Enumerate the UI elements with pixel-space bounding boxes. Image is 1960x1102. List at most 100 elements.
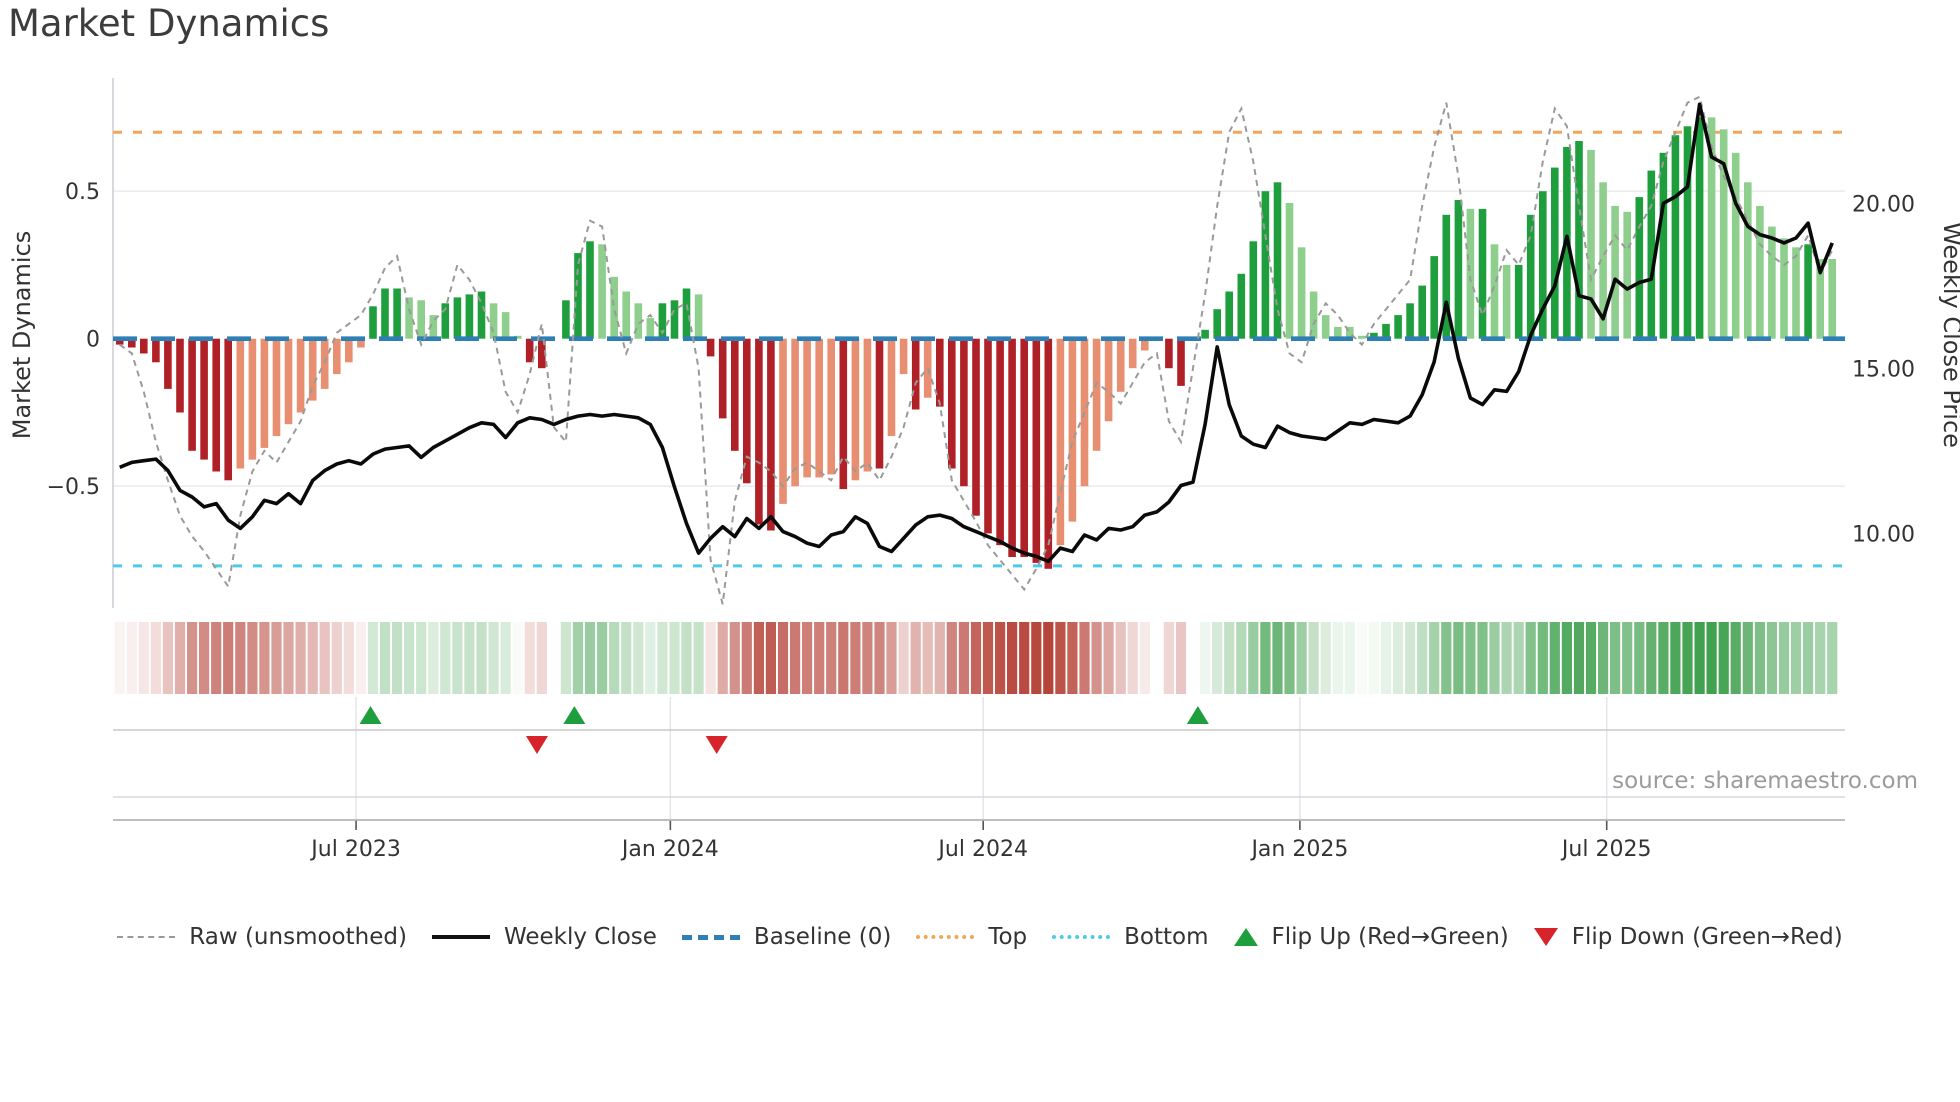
heatmap-cell (970, 622, 982, 694)
oscillator-bar (791, 338, 799, 487)
heatmap-cell (1405, 622, 1416, 694)
heatmap-cell (584, 622, 596, 694)
oscillator-bar (803, 338, 811, 478)
oscillator-bar (1551, 167, 1559, 339)
flip-up-marker (563, 706, 586, 724)
heatmap-cell (838, 622, 849, 694)
heatmap-cell (1827, 622, 1838, 694)
oscillator-bar (405, 297, 413, 339)
heatmap-cell (211, 622, 222, 694)
legend-label: Baseline (0) (753, 924, 892, 950)
oscillator-bar (1406, 303, 1414, 339)
oscillator-bar (489, 303, 498, 339)
left-tick-label: 0.5 (65, 180, 100, 205)
heatmap-cell (138, 622, 149, 694)
oscillator-bar (1249, 241, 1258, 339)
oscillator-bar (1128, 338, 1137, 369)
flip-down-marker (525, 736, 548, 754)
heatmap-cell (1043, 622, 1054, 694)
heatmap-cell (1163, 622, 1174, 694)
heatmap-cell (1610, 622, 1621, 694)
oscillator-bar (140, 338, 148, 354)
oscillator-bar (1008, 338, 1016, 557)
heatmap-cell (162, 622, 173, 694)
heatmap-cell (898, 622, 909, 694)
heatmap-cell (1465, 622, 1476, 694)
oscillator-bar (731, 338, 739, 451)
heatmap-cell (874, 622, 885, 694)
oscillator-bar (1394, 315, 1402, 339)
oscillator-bar (1804, 244, 1812, 339)
bars-group (115, 117, 1836, 569)
heatmap-cell (1417, 622, 1428, 694)
x-tick-label: Jan 2025 (1249, 837, 1348, 862)
heatmap-cell (1766, 622, 1777, 694)
heatmap-cell (1175, 622, 1187, 694)
heatmap-cell (367, 622, 379, 694)
heatmap-cell (114, 622, 125, 694)
oscillator-bar (1068, 338, 1077, 522)
heatmap-cell (331, 622, 342, 694)
oscillator-bar (381, 288, 389, 339)
oscillator-bar (815, 338, 823, 478)
oscillator-bar (284, 338, 293, 425)
heatmap-cell (355, 622, 366, 694)
heatmap-cell (886, 622, 897, 694)
oscillator-bar (610, 276, 618, 339)
heatmap-cell (1308, 622, 1319, 694)
heatmap-cell (500, 622, 511, 694)
heatmap-cell (187, 622, 198, 694)
x-tick-label: Jul 2023 (309, 837, 401, 862)
heatmap-cell (1537, 622, 1548, 694)
heatmap-cell (765, 622, 776, 694)
oscillator-bar (960, 338, 968, 487)
oscillator-bar (1671, 135, 1680, 339)
legend-item-baseline: Baseline (0) (681, 924, 892, 950)
oscillator-bar (839, 338, 848, 490)
oscillator-bar (911, 338, 920, 410)
heatmap-cell (1224, 622, 1235, 694)
heatmap-cell (729, 622, 740, 694)
heatmap-cell (150, 622, 161, 694)
right-axis-title: Weekly Close Price (1938, 222, 1960, 448)
heatmap-cell (1803, 622, 1814, 694)
heatmap-cell (476, 622, 487, 694)
heatmap-cell (416, 622, 427, 694)
heatmap-cell (428, 622, 439, 694)
heatmap-cell (1320, 622, 1331, 694)
oscillator-bar (1116, 338, 1125, 392)
oscillator-bar (164, 338, 172, 389)
heatmap-cell (741, 622, 752, 694)
heatmap-cell (777, 622, 789, 694)
oscillator-bar (272, 338, 281, 437)
oscillator-bar (224, 338, 232, 481)
heatmap-cell (826, 622, 837, 694)
heatmap-cell (223, 622, 234, 694)
oscillator-bar (562, 300, 570, 339)
heatmap-cell (1007, 622, 1018, 694)
right-tick-label: 15.00 (1852, 357, 1915, 382)
heatmap-cell (488, 622, 499, 694)
oscillator-bar (417, 300, 425, 339)
oscillator-bar (1358, 335, 1366, 339)
heatmap-cell (1429, 622, 1440, 694)
x-tick-label: Jan 2024 (620, 837, 719, 862)
oscillator-bar (1756, 205, 1764, 339)
heatmap-strip (114, 622, 1838, 694)
oscillator-bar (1768, 226, 1776, 339)
oscillator-bar (1575, 141, 1583, 339)
heatmap-cell (705, 622, 716, 694)
oscillator-bar (1514, 264, 1523, 339)
heatmap-cell (1573, 622, 1585, 694)
flip-up-marker (1186, 706, 1209, 724)
heatmap-cell (1658, 622, 1669, 694)
heatmap-cell (1248, 622, 1259, 694)
oscillator-bar (369, 306, 377, 339)
oscillator-bar (1297, 247, 1306, 339)
heatmap-cell (1622, 622, 1633, 694)
heatmap-cell (1815, 622, 1826, 694)
heatmap-cell (1212, 622, 1223, 694)
heatmap-cell (199, 622, 210, 694)
oscillator-bar (598, 244, 606, 339)
heatmap-cell (934, 622, 945, 694)
